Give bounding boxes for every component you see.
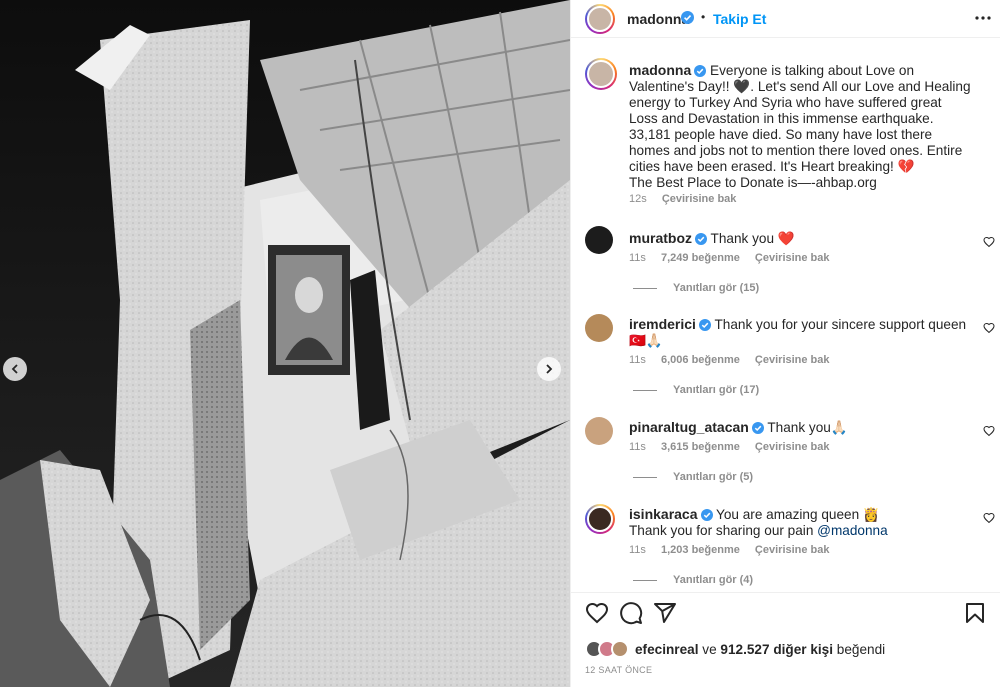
likes-suffix: beğendi [836, 641, 886, 657]
caption-time: 12s [629, 193, 647, 205]
view-replies-label[interactable]: Yanıtları gör (4) [673, 574, 753, 586]
comment-likes[interactable]: 6,006 beğenme [661, 354, 740, 366]
post-details-panel: madonna • Takip Et madonna Everyone is t… [570, 0, 1000, 687]
verified-badge-icon [681, 11, 694, 24]
comment-text: iremderici Thank you for your sincere su… [629, 316, 974, 349]
comment-icon[interactable] [619, 601, 643, 625]
verified-badge-icon [698, 319, 711, 331]
comment-meta: 11s 1,203 beğenme Çevirisine bak [629, 544, 842, 556]
view-replies-button[interactable]: Yanıtları gör (5) [633, 471, 753, 483]
separator-dot: • [701, 10, 706, 24]
view-replies-button[interactable]: Yanıtları gör (4) [633, 574, 753, 586]
caption-username[interactable]: madonna [629, 62, 691, 78]
caption-avatar-wrap [585, 58, 617, 90]
previous-image-button[interactable] [3, 357, 27, 381]
replies-divider [633, 389, 657, 391]
view-replies-button[interactable]: Yanıtları gör (17) [633, 384, 759, 396]
comment-meta: 11s 7,249 beğenme Çevirisine bak [629, 252, 842, 264]
verified-badge-icon [700, 509, 713, 521]
liker-avatars [585, 640, 629, 658]
view-replies-label[interactable]: Yanıtları gör (5) [673, 471, 753, 483]
comment-body: Thank you ❤️ [710, 231, 795, 246]
translate-link[interactable]: Çevirisine bak [755, 544, 830, 556]
author-username[interactable]: madonna [627, 11, 689, 27]
commenter-username[interactable]: muratboz [629, 230, 692, 246]
follow-button[interactable]: Takip Et [713, 11, 766, 27]
translate-link[interactable]: Çevirisine bak [755, 441, 830, 453]
commenter-username[interactable]: pinaraltug_atacan [629, 419, 749, 435]
view-replies-button[interactable]: Yanıtları gör (15) [633, 282, 759, 294]
comment-body: Thank you🙏🏻 [767, 420, 848, 435]
bookmark-icon[interactable] [963, 601, 987, 625]
likes-count[interactable]: 912.527 diğer kişi [720, 642, 833, 657]
chevron-right-icon [546, 364, 553, 374]
view-replies-label[interactable]: Yanıtları gör (15) [673, 282, 759, 294]
caption-meta: 12s Çevirisine bak [629, 193, 748, 205]
caption-line: Everyone is talking about Love on Valent… [629, 63, 971, 174]
comment-time: 11s [629, 354, 646, 366]
comment-meta: 11s 6,006 beğenme Çevirisine bak [629, 354, 842, 366]
author-avatar[interactable] [585, 4, 615, 34]
view-replies-label[interactable]: Yanıtları gör (17) [673, 384, 759, 396]
comment-time: 11s [629, 544, 646, 556]
verified-badge-icon [751, 422, 764, 434]
post-image[interactable] [0, 0, 570, 687]
post-timestamp: 12 SAAT ÖNCE [585, 665, 653, 675]
likes-summary[interactable]: efecinreal ve 912.527 diğer kişi beğendi [585, 638, 885, 660]
comment-time: 11s [629, 252, 646, 264]
commenter-avatar[interactable] [585, 314, 613, 342]
verified-badge-icon [694, 65, 707, 77]
comment-likes[interactable]: 1,203 beğenme [661, 544, 740, 556]
comment-body-cont: Thank you for sharing our pain [629, 523, 814, 538]
comment-likes[interactable]: 7,249 beğenme [661, 252, 740, 264]
heart-icon[interactable] [983, 236, 995, 248]
comment-likes[interactable]: 3,615 beğenme [661, 441, 740, 453]
more-options-icon[interactable] [973, 8, 993, 28]
chevron-left-icon [11, 364, 18, 374]
heart-icon[interactable] [983, 512, 995, 524]
caption-text: madonna Everyone is talking about Love o… [629, 62, 974, 191]
replies-divider [633, 476, 657, 478]
caption-line: The Best Place to Donate is—-ahbap.org [629, 175, 877, 190]
heart-icon[interactable] [983, 425, 995, 437]
commenter-avatar[interactable] [585, 417, 613, 445]
comment-body: You are amazing queen 👸 [716, 507, 880, 522]
comment-text: isinkaraca You are amazing queen 👸 Thank… [629, 506, 974, 539]
commenter-username[interactable]: iremderici [629, 316, 696, 332]
liker-avatar [611, 640, 629, 658]
commenter-avatar[interactable] [585, 504, 615, 534]
comments-list[interactable]: madonna Everyone is talking about Love o… [571, 38, 1000, 592]
heart-icon[interactable] [983, 322, 995, 334]
mention-link[interactable]: @madonna [817, 523, 888, 538]
translate-link[interactable]: Çevirisine bak [755, 252, 830, 264]
translate-link[interactable]: Çevirisine bak [662, 193, 737, 205]
comment-text: muratboz Thank you ❤️ [629, 230, 974, 247]
comment-body-line2: Thank you for sharing our pain @madonna [629, 523, 974, 539]
post-header: madonna • Takip Et [571, 0, 1000, 38]
replies-divider [633, 579, 657, 581]
earthquake-photo [0, 0, 570, 687]
next-image-button[interactable] [537, 357, 561, 381]
instagram-post: madonna • Takip Et madonna Everyone is t… [0, 0, 1000, 687]
replies-divider [633, 287, 657, 289]
comment-time: 11s [629, 441, 646, 453]
comment-meta: 11s 3,615 beğenme Çevirisine bak [629, 441, 842, 453]
commenter-avatar[interactable] [585, 226, 613, 254]
action-bar [571, 592, 1000, 632]
verified-badge-icon [695, 233, 707, 245]
liker-username[interactable]: efecinreal [635, 642, 698, 657]
comment-text: pinaraltug_atacan Thank you🙏🏻 [629, 419, 974, 436]
likes-connector: ve [702, 641, 717, 657]
heart-icon[interactable] [585, 601, 609, 625]
author-avatar[interactable] [585, 58, 617, 90]
translate-link[interactable]: Çevirisine bak [755, 354, 830, 366]
commenter-username[interactable]: isinkaraca [629, 506, 698, 522]
share-icon[interactable] [653, 601, 677, 625]
